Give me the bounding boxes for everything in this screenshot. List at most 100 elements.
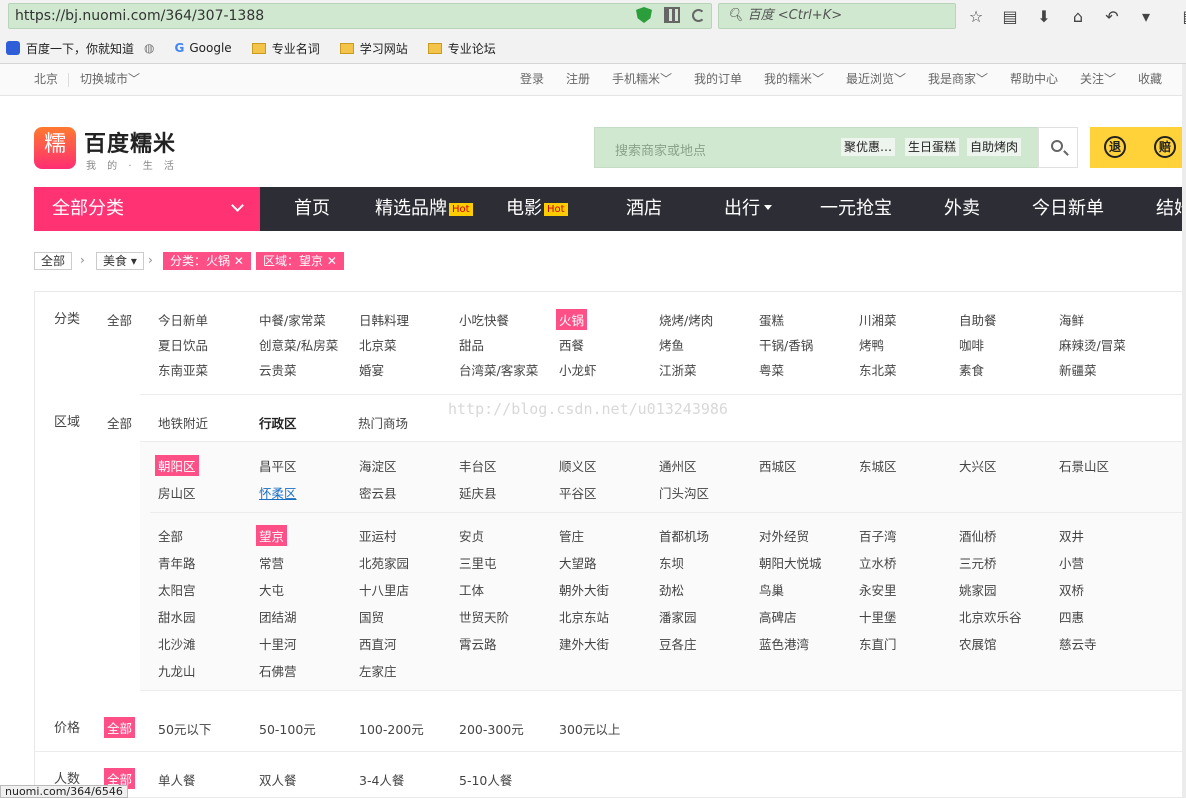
filter-option[interactable]: 石佛营	[259, 661, 297, 680]
filter-option[interactable]: 农展馆	[959, 634, 997, 653]
people-option[interactable]: 5-10人餐	[459, 770, 512, 789]
filter-option[interactable]: 婚宴	[359, 360, 384, 379]
filter-option[interactable]: 怀柔区	[259, 483, 297, 502]
filter-option[interactable]: 今日新单	[158, 310, 208, 329]
filter-option[interactable]: 常营	[259, 553, 284, 572]
filter-option[interactable]: 北苑家园	[359, 553, 409, 572]
site-search-input[interactable]: 搜索商家或地点 聚优惠… 生日蛋糕 自助烤肉	[594, 127, 1078, 168]
star-icon[interactable]: ☆	[966, 6, 986, 26]
filter-option[interactable]: 东坝	[659, 553, 684, 572]
filter-option[interactable]: 通州区	[659, 456, 697, 475]
filter-option[interactable]: 朝阳大悦城	[759, 553, 822, 572]
bookmark-folder-terms[interactable]: 专业名词	[251, 40, 320, 57]
filter-option[interactable]: 烧烤/烤肉	[659, 310, 713, 329]
filter-option[interactable]: 夏日饮品	[158, 335, 208, 354]
filter-option[interactable]: 亚运村	[359, 526, 397, 545]
logo-icon[interactable]: 糯	[34, 127, 76, 169]
filter-option[interactable]: 大屯	[259, 580, 284, 599]
filter-option[interactable]: 工体	[459, 580, 484, 599]
area-tab-district[interactable]: 行政区	[259, 413, 297, 432]
filter-option[interactable]: 百子湾	[859, 526, 897, 545]
search-button[interactable]	[1038, 127, 1078, 168]
filter-option[interactable]: 对外经贸	[759, 526, 809, 545]
filter-option[interactable]: 高碑店	[759, 607, 797, 626]
filter-option[interactable]: 九龙山	[158, 661, 196, 680]
filter-option[interactable]: 咖啡	[959, 335, 984, 354]
filter-option[interactable]: 平谷区	[559, 483, 597, 502]
filter-option[interactable]: 丰台区	[459, 456, 497, 475]
filter-option[interactable]: 霄云路	[459, 634, 497, 653]
filter-tag-category[interactable]: 分类：火锅 ✕	[163, 252, 251, 270]
qr-code-icon[interactable]	[664, 7, 680, 23]
reader-icon[interactable]: ▦	[1180, 6, 1186, 26]
hot-tag[interactable]: 聚优惠…	[841, 138, 896, 156]
filter-option[interactable]: 青年路	[158, 553, 196, 572]
shield-icon[interactable]	[636, 7, 652, 23]
price-option[interactable]: 200-300元	[459, 719, 524, 738]
register-link[interactable]: 注册	[566, 64, 590, 94]
filter-option[interactable]: 左家庄	[359, 661, 397, 680]
guarantee-banner[interactable]: 退 赔	[1090, 127, 1186, 168]
dropdown-icon[interactable]: ▾	[1136, 6, 1156, 26]
filter-option[interactable]: 甜水园	[158, 607, 196, 626]
nav-one-yuan[interactable]: 一元抢宝	[820, 187, 892, 231]
filter-option[interactable]: 北沙滩	[158, 634, 196, 653]
filter-option[interactable]: 鸟巢	[759, 580, 784, 599]
price-option[interactable]: 300元以上	[559, 719, 620, 738]
home-icon[interactable]: ⌂	[1068, 6, 1088, 26]
filter-option[interactable]: 甜品	[459, 335, 484, 354]
filter-option[interactable]: 双井	[1059, 526, 1084, 545]
filter-option[interactable]: 蓝色港湾	[759, 634, 809, 653]
people-option[interactable]: 3-4人餐	[359, 770, 404, 789]
filter-option[interactable]: 姚家园	[959, 580, 997, 599]
scrollbar[interactable]	[1182, 64, 1186, 798]
filter-option[interactable]: 安贞	[459, 526, 484, 545]
filter-option[interactable]: 房山区	[158, 483, 196, 502]
filter-option[interactable]: 东南亚菜	[158, 360, 208, 379]
filter-option[interactable]: 十里堡	[859, 607, 897, 626]
filter-option[interactable]: 首都机场	[659, 526, 709, 545]
browser-search-box[interactable]: 🔍︎ 百度 <Ctrl+K>	[718, 3, 956, 29]
filter-option[interactable]: 望京	[256, 525, 288, 546]
filter-option[interactable]: 太阳宫	[158, 580, 196, 599]
address-bar[interactable]: https://bj.nuomi.com/364/307-1388	[8, 3, 712, 29]
filter-option[interactable]: 北京欢乐谷	[959, 607, 1022, 626]
undo-icon[interactable]: ↶	[1102, 6, 1122, 26]
switch-city-link[interactable]: 切换城市﹀	[80, 64, 140, 94]
filter-option[interactable]: 四惠	[1059, 607, 1084, 626]
favorite-link[interactable]: 收藏	[1138, 64, 1162, 94]
filter-option[interactable]: 自助餐	[959, 310, 997, 329]
bookmark-google[interactable]: G Google	[175, 41, 232, 55]
filter-option[interactable]: 十里河	[259, 634, 297, 653]
filter-option[interactable]: 新疆菜	[1059, 360, 1097, 379]
follow-link[interactable]: 关注﹀	[1080, 64, 1116, 94]
price-option[interactable]: 100-200元	[359, 719, 424, 738]
area-tab-subway[interactable]: 地铁附近	[158, 413, 208, 432]
people-option[interactable]: 单人餐	[158, 770, 196, 789]
filter-option[interactable]: 小营	[1059, 553, 1084, 572]
filter-option[interactable]: 粤菜	[759, 360, 784, 379]
recent-link[interactable]: 最近浏览﹀	[846, 64, 906, 94]
filter-option[interactable]: 立水桥	[859, 553, 897, 572]
all-categories-button[interactable]: 全部分类	[34, 187, 260, 231]
filter-option[interactable]: 十八里店	[359, 580, 409, 599]
area-tab-mall[interactable]: 热门商场	[358, 413, 408, 432]
reload-icon[interactable]	[692, 9, 705, 22]
filter-option[interactable]: 西餐	[559, 335, 584, 354]
close-icon[interactable]: ✕	[234, 254, 244, 268]
filter-option[interactable]: 国贸	[359, 607, 384, 626]
filter-tag-area[interactable]: 区域：望京 ✕	[256, 252, 344, 270]
nav-new-today[interactable]: 今日新单	[1032, 187, 1104, 231]
filter-option[interactable]: 朝外大街	[559, 580, 609, 599]
mobile-nuomi-link[interactable]: 手机糯米﹀	[612, 64, 672, 94]
price-option[interactable]: 50元以下	[158, 719, 211, 738]
area-tab-all[interactable]: 全部	[107, 413, 132, 432]
close-icon[interactable]: ✕	[327, 254, 337, 268]
filter-option[interactable]: 麻辣烫/冒菜	[1059, 335, 1126, 354]
filter-option[interactable]: 烤鱼	[659, 335, 684, 354]
filter-option[interactable]: 密云县	[359, 483, 397, 502]
filter-option[interactable]: 中餐/家常菜	[259, 310, 326, 329]
filter-option[interactable]: 东城区	[859, 456, 897, 475]
nav-travel[interactable]: 出行	[724, 187, 772, 231]
filter-option[interactable]: 创意菜/私房菜	[259, 335, 338, 354]
